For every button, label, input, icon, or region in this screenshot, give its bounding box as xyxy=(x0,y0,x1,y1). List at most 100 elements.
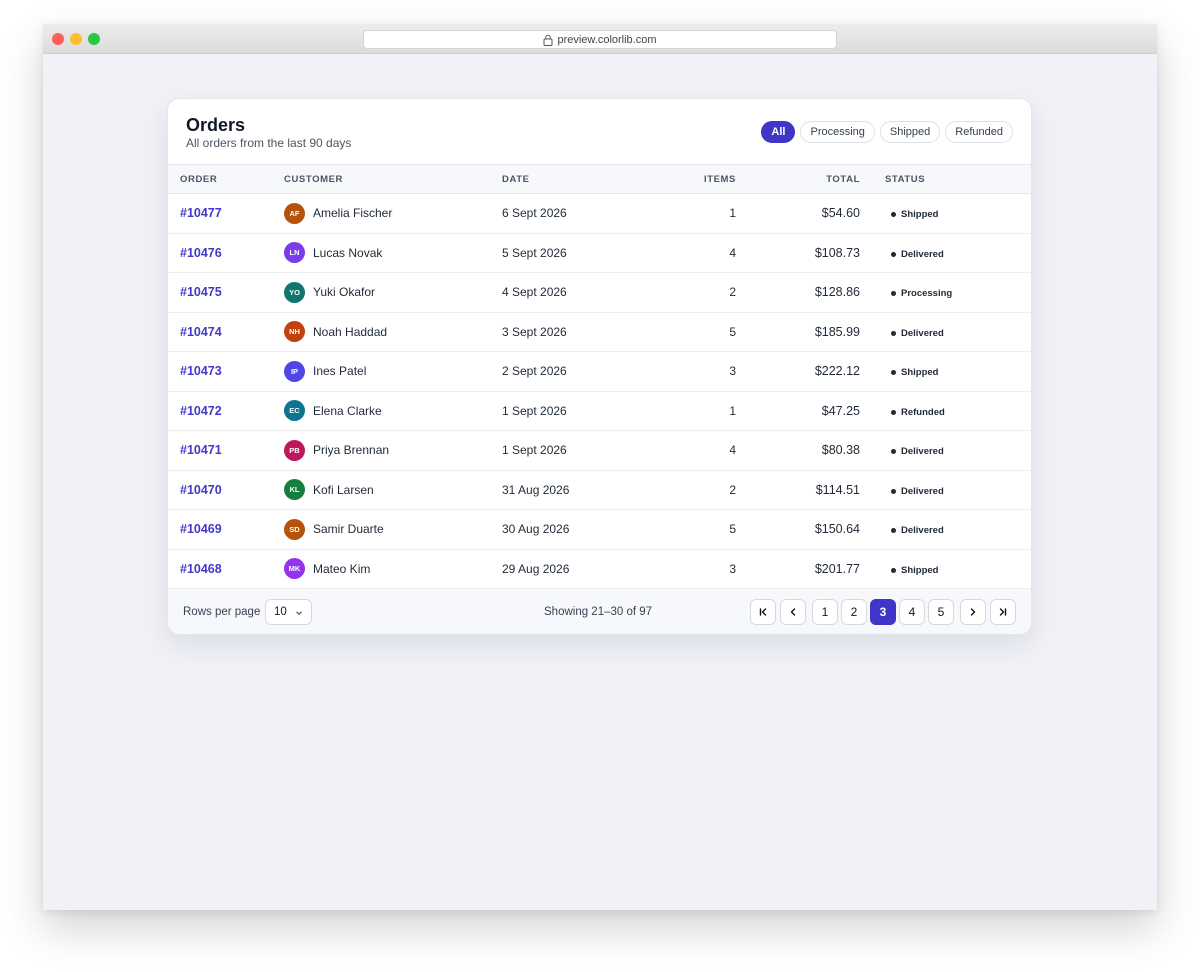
total-cell: $47.25 xyxy=(736,391,860,431)
total-value: $128.86 xyxy=(814,285,860,300)
status-badge: Refunded xyxy=(885,407,945,418)
status-dot-icon xyxy=(891,567,896,573)
prev-page-button[interactable] xyxy=(780,599,806,625)
first-page-button[interactable] xyxy=(750,599,776,625)
total-cell: $54.60 xyxy=(736,194,860,234)
column-header-customer[interactable]: CUSTOMER xyxy=(284,164,502,194)
status-badge: Delivered xyxy=(885,525,944,536)
order-link[interactable]: #10475 xyxy=(180,285,222,299)
table-footer: Rows per page 10 Showing 21–30 of 97 123… xyxy=(168,588,1031,634)
date-cell: 29 Aug 2026 xyxy=(502,561,570,576)
order-link[interactable]: #10472 xyxy=(180,404,222,418)
browser-titlebar: preview.colorlib.com xyxy=(43,24,1157,54)
minimize-window-icon[interactable] xyxy=(70,33,82,45)
table-row[interactable]: #10477 AF Amelia Fischer 6 Sept 2026 1 $54.60… xyxy=(168,194,1031,234)
items-cell: 2 xyxy=(729,285,736,300)
order-link[interactable]: #10476 xyxy=(180,246,222,260)
order-cell: #10473 xyxy=(168,352,284,392)
customer-cell: KL Kofi Larsen xyxy=(284,470,502,510)
order-cell: #10469 xyxy=(168,510,284,550)
rows-per-page-value: 10 xyxy=(274,606,287,618)
filter-chip-shipped[interactable]: Shipped xyxy=(879,121,941,143)
order-cell: #10476 xyxy=(168,233,284,273)
date-cell: 1 Sept 2026 xyxy=(502,443,567,458)
page-button-4[interactable]: 4 xyxy=(899,599,925,625)
filter-chip-refunded[interactable]: Refunded xyxy=(945,121,1013,143)
order-cell: #10468 xyxy=(168,549,284,589)
table-row[interactable]: #10474 NH Noah Haddad 3 Sept 2026 5 $185.99 De… xyxy=(168,312,1031,352)
table-row[interactable]: #10468 MK Mateo Kim 29 Aug 2026 3 $201.77 Ship… xyxy=(168,549,1031,589)
customer-info: SD Samir Duarte xyxy=(284,518,502,540)
total-value: $108.73 xyxy=(814,245,860,260)
column-header-order[interactable]: ORDER xyxy=(168,164,284,194)
column-header-total[interactable]: TOTAL xyxy=(736,164,860,194)
page-button-2[interactable]: 2 xyxy=(841,599,867,625)
status-badge: Delivered xyxy=(885,486,944,497)
order-cell: #10470 xyxy=(168,470,284,510)
items-cell: 2 xyxy=(729,482,736,497)
total-cell: $222.12 xyxy=(736,352,860,392)
date-cell: 5 Sept 2026 xyxy=(502,245,567,260)
status-cell: Delivered xyxy=(860,470,1031,510)
avatar: AF xyxy=(284,202,305,224)
status-label: Delivered xyxy=(901,446,944,458)
last-page-button[interactable] xyxy=(990,599,1016,625)
items-cell: 1 xyxy=(729,403,736,418)
close-window-icon[interactable] xyxy=(52,33,64,45)
customer-info: IP Ines Patel xyxy=(284,360,502,382)
next-page-button[interactable] xyxy=(960,599,986,625)
customer-cell: NH Noah Haddad xyxy=(284,312,502,352)
maximize-window-icon[interactable] xyxy=(88,33,100,45)
order-link[interactable]: #10474 xyxy=(180,325,222,339)
status-label: Delivered xyxy=(901,248,944,260)
customer-info: LN Lucas Novak xyxy=(284,242,502,264)
date-cell: 31 Aug 2026 xyxy=(502,482,570,497)
order-link[interactable]: #10468 xyxy=(180,562,222,576)
total-value: $150.64 xyxy=(814,522,860,537)
column-header-date[interactable]: DATE xyxy=(502,164,652,194)
status-dot-icon xyxy=(891,291,896,297)
status-badge: Processing xyxy=(885,288,952,299)
total-value: $54.60 xyxy=(821,206,860,221)
items-cell: 4 xyxy=(729,245,736,260)
order-link[interactable]: #10470 xyxy=(180,483,222,497)
table-row[interactable]: #10476 LN Lucas Novak 5 Sept 2026 4 $108.73 De… xyxy=(168,233,1031,273)
order-link[interactable]: #10471 xyxy=(180,443,222,457)
address-bar[interactable]: preview.colorlib.com xyxy=(363,30,837,49)
customer-info: AF Amelia Fischer xyxy=(284,202,502,224)
date-cell: 6 Sept 2026 xyxy=(502,206,567,221)
customer-cell: MK Mateo Kim xyxy=(284,549,502,589)
page-button-5[interactable]: 5 xyxy=(928,599,954,625)
filter-chip-processing[interactable]: Processing xyxy=(800,121,875,143)
total-value: $80.38 xyxy=(821,443,860,458)
table-row[interactable]: #10470 KL Kofi Larsen 31 Aug 2026 2 $114.51 De… xyxy=(168,470,1031,510)
status-cell: Processing xyxy=(860,273,1031,313)
status-dot-icon xyxy=(891,251,896,257)
table-row[interactable]: #10469 SD Samir Duarte 30 Aug 2026 5 $150.64 D… xyxy=(168,510,1031,550)
table-row[interactable]: #10471 PB Priya Brennan 1 Sept 2026 4 $80.38 D… xyxy=(168,431,1031,470)
customer-cell: AF Amelia Fischer xyxy=(284,194,502,234)
date-cell: 3 Sept 2026 xyxy=(502,324,567,339)
status-cell: Shipped xyxy=(860,194,1031,234)
filter-chip-all[interactable]: All xyxy=(761,121,796,143)
status-cell: Delivered xyxy=(860,312,1031,352)
rows-per-page-select[interactable]: 10 xyxy=(265,599,312,625)
date-cell: 1 Sept 2026 xyxy=(502,403,567,418)
status-label: Delivered xyxy=(901,327,944,339)
status-badge: Shipped xyxy=(885,565,938,576)
status-label: Processing xyxy=(901,288,953,300)
order-link[interactable]: #10469 xyxy=(180,522,222,536)
column-header-items[interactable]: ITEMS xyxy=(652,164,736,194)
column-header-status[interactable]: STATUS xyxy=(860,164,1031,194)
items-cell: 5 xyxy=(729,522,736,537)
table-row[interactable]: #10475 YO Yuki Okafor 4 Sept 2026 2 $128.86 Pr… xyxy=(168,273,1031,313)
status-dot-icon xyxy=(891,449,896,455)
status-label: Delivered xyxy=(901,525,944,537)
page-button-1[interactable]: 1 xyxy=(812,599,838,625)
table-row[interactable]: #10472 EC Elena Clarke 1 Sept 2026 1 $47.25 Re… xyxy=(168,391,1031,431)
table-row[interactable]: #10473 IP Ines Patel 2 Sept 2026 3 $222.12 Shi… xyxy=(168,352,1031,392)
order-link[interactable]: #10477 xyxy=(180,206,222,220)
status-label: Refunded xyxy=(901,406,945,418)
page-button-3[interactable]: 3 xyxy=(870,599,896,625)
order-link[interactable]: #10473 xyxy=(180,364,222,378)
